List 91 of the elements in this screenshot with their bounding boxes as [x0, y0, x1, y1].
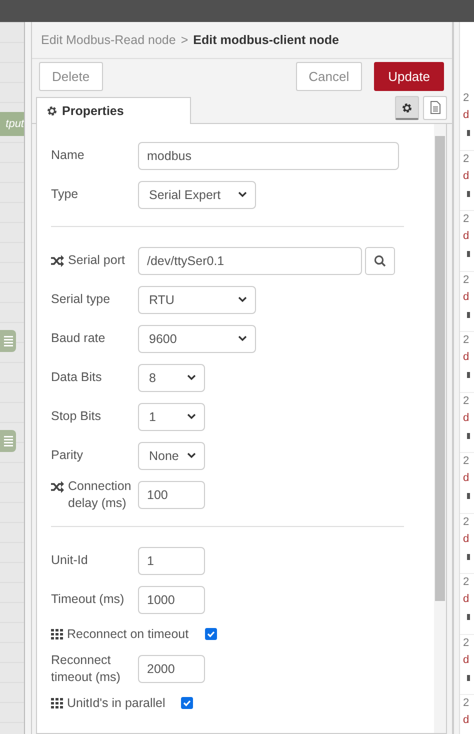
chevron-icon: [238, 191, 247, 198]
field-label: Unit-Id: [51, 552, 88, 569]
settings-button[interactable]: [395, 96, 419, 120]
expand-marker[interactable]: [467, 372, 470, 378]
search-button[interactable]: [365, 246, 395, 274]
message-topic: d: [463, 713, 470, 728]
gear-icon: [46, 105, 58, 117]
dialog-title: Edit modbus-client node: [193, 33, 339, 47]
timestamp: 2: [463, 696, 470, 711]
field-label: Serial type: [51, 291, 110, 308]
description-button[interactable]: [423, 96, 447, 120]
list-icon: [4, 336, 12, 346]
secondary-button[interactable]: Cancel: [296, 62, 362, 90]
field-label: Reconnect timeout (ms): [51, 652, 122, 686]
primary-button[interactable]: Update: [374, 62, 444, 90]
expand-marker[interactable]: [467, 432, 470, 438]
chevron-icon: [238, 296, 247, 303]
flow-node[interactable]: [0, 330, 16, 352]
shuffle-icon: [51, 480, 64, 492]
grid-icon: [51, 697, 63, 709]
message-topic: d: [463, 229, 470, 244]
shuffle-icon: [51, 255, 64, 267]
expand-marker[interactable]: [467, 554, 470, 560]
checkbox[interactable]: [204, 628, 217, 640]
breadcrumb-separator: >: [180, 33, 188, 47]
field-label: Timeout (ms): [51, 591, 124, 608]
list-icon: [4, 436, 12, 446]
grid-icon: [51, 628, 63, 640]
expand-marker[interactable]: [467, 190, 470, 196]
dropdown[interactable]: None: [138, 442, 205, 470]
expand-marker[interactable]: [467, 130, 470, 136]
input-field[interactable]: 2000: [138, 654, 205, 682]
node-label: tput: [0, 112, 24, 136]
field-label: Stop Bits: [51, 408, 102, 425]
dropdown[interactable]: Serial Expert: [138, 180, 256, 208]
input-field[interactable]: 1: [138, 546, 205, 574]
field-label: Connection delay (ms): [68, 478, 132, 512]
timestamp: 2: [463, 514, 470, 530]
timestamp: 2: [463, 152, 470, 166]
input-field[interactable]: 1000: [138, 586, 205, 614]
message-topic: d: [463, 652, 470, 668]
timestamp: 2: [463, 333, 470, 348]
timestamp: 2: [463, 636, 470, 650]
flow-node[interactable]: [0, 430, 16, 452]
timestamp: 2: [463, 212, 470, 227]
input-field[interactable]: modbus: [138, 142, 399, 170]
message-topic: d: [463, 168, 470, 184]
search-icon: [374, 254, 386, 266]
dropdown[interactable]: 9600: [138, 324, 256, 352]
chevron-icon: [187, 374, 196, 381]
expand-marker[interactable]: [467, 312, 470, 318]
dropdown[interactable]: 1: [138, 402, 205, 430]
expand-marker[interactable]: [467, 614, 470, 620]
field-label: Parity: [51, 447, 83, 464]
chevron-icon: [187, 452, 196, 459]
timestamp: 2: [463, 272, 470, 288]
check-icon: [206, 629, 216, 639]
message-topic: d: [463, 532, 470, 546]
field-label: Baud rate: [51, 330, 106, 347]
message-topic: d: [463, 290, 470, 304]
field-label: Data Bits: [51, 369, 102, 386]
timestamp: 2: [463, 394, 470, 408]
field-label: Reconnect on timeout: [67, 626, 189, 642]
message-topic: d: [463, 350, 470, 365]
check-icon: [182, 698, 192, 708]
message-topic: d: [463, 410, 470, 426]
field-label: Serial port: [68, 252, 125, 269]
secondary-button[interactable]: Delete: [39, 62, 103, 90]
chevron-icon: [238, 335, 247, 342]
input-field[interactable]: 100: [138, 480, 205, 508]
message-topic: d: [463, 471, 470, 486]
field-label: Name: [51, 147, 84, 164]
field-label: Type: [51, 186, 78, 203]
expand-marker[interactable]: [467, 493, 470, 499]
chevron-icon: [187, 413, 196, 420]
dropdown[interactable]: RTU: [138, 286, 256, 314]
properties-tab[interactable]: Properties: [36, 97, 191, 124]
dropdown[interactable]: 8: [138, 364, 205, 392]
scrollbar-thumb[interactable]: [435, 136, 445, 601]
gear-icon: [401, 102, 413, 114]
checkbox[interactable]: [181, 697, 194, 709]
message-topic: d: [463, 592, 470, 607]
field-label: UnitId's in parallel: [67, 694, 166, 712]
input-field[interactable]: /dev/ttySer0.1: [138, 246, 362, 274]
timestamp: 2: [463, 575, 470, 590]
expand-marker[interactable]: [467, 674, 470, 680]
timestamp: 2: [463, 91, 470, 106]
timestamp: 2: [463, 454, 470, 469]
document-icon: [430, 101, 440, 115]
message-topic: d: [463, 108, 470, 123]
expand-marker[interactable]: [467, 251, 470, 257]
